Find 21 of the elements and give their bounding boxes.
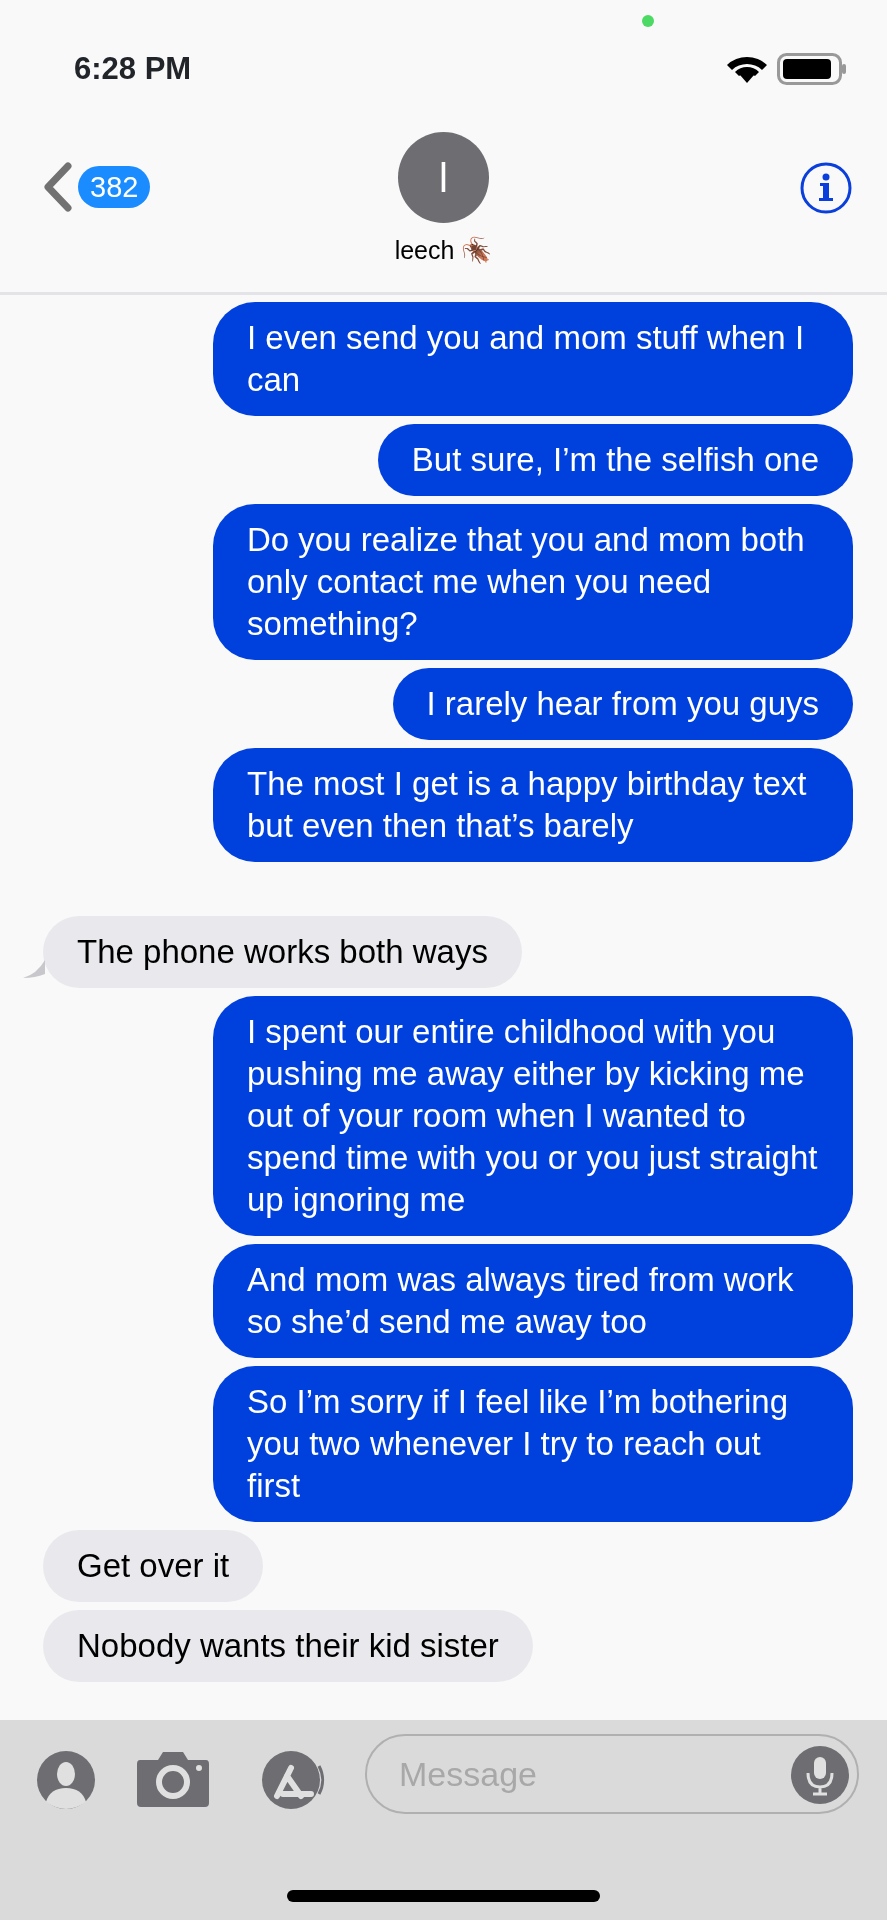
contact-avatar[interactable]: l — [398, 132, 489, 223]
message-bubble: I spent our entire childhood with you pushing me away either by kicking me out of your room when I wanted to spend time with you or you just straight up ignoring me — [213, 996, 853, 1236]
indicator-dot-icon — [642, 15, 654, 27]
message-bubble: And mom was always tired from work so she’d send me away too — [213, 1244, 853, 1358]
contact-icon[interactable] — [36, 1750, 96, 1810]
message-bubble: But sure, I’m the selfish one — [377, 424, 853, 496]
message-bubble: I even send you and mom stuff when I can — [213, 302, 853, 416]
message-bubble: Do you realize that you and mom both only contact me when you need something? — [213, 504, 853, 660]
message-bubble: Get over it — [43, 1530, 264, 1602]
message-bubble: Nobody wants their kid sister — [43, 1610, 533, 1682]
message-bubble: So I’m sorry if I feel like I’m bothering you two whenever I try to reach out first — [213, 1366, 853, 1522]
battery-icon — [777, 53, 847, 85]
unread-count: 382 — [78, 165, 151, 209]
contact-name[interactable]: leech 🪳 — [0, 232, 887, 270]
back-button[interactable]: 382 — [40, 162, 151, 212]
microphone-icon[interactable] — [790, 1745, 850, 1805]
message-bubble: The most I get is a happy birthday text but even then that’s barely — [213, 748, 853, 862]
status-time: 6:28 PM — [74, 49, 192, 88]
message-text: The phone works both ways — [77, 933, 488, 970]
message-bubble: I rarely hear from you guys — [392, 668, 853, 740]
info-icon[interactable] — [800, 162, 852, 214]
